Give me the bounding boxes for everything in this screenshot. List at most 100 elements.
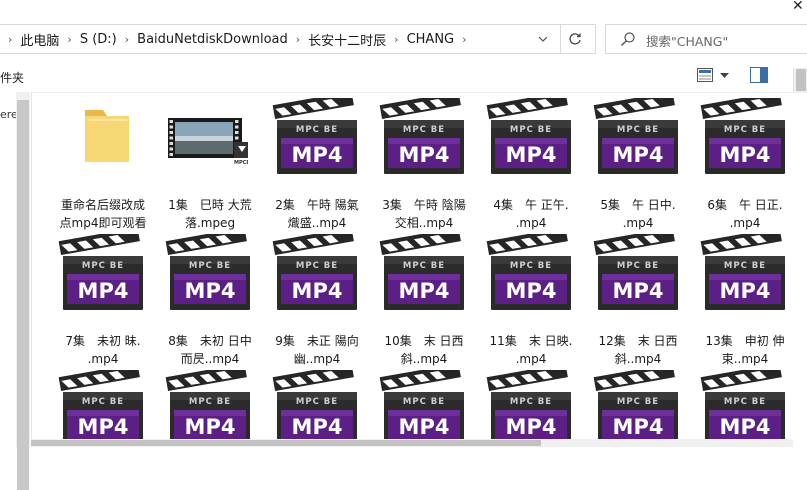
mp4-file-icon: MPC BE MP4: [272, 227, 357, 310]
file-item-mp4[interactable]: MPC BE MP4: [695, 363, 795, 447]
file-item-mp4[interactable]: MPC BE MP4 3集 午時 陰陽 交相..mp4: [374, 92, 474, 230]
file-item-mp4[interactable]: MPC BE MP4: [160, 363, 260, 447]
mp4-file-icon: MPC BE MP4: [486, 363, 571, 446]
horizontal-scrollbar[interactable]: [31, 439, 793, 447]
mpc-be-brand-label: MPC BE: [82, 397, 124, 407]
file-item-mp4[interactable]: MPC BE MP4 13集 申初 伸束..mp4: [695, 227, 795, 366]
mpc-be-brand-label: MPC BE: [510, 125, 552, 135]
file-name-line: 8集 未初 日中: [168, 334, 252, 348]
mp4-file-icon: MPC BE MP4: [379, 227, 464, 310]
mp4-format-label: MP4: [399, 143, 450, 167]
breadcrumb-separator-chevron-right-icon[interactable]: ›: [296, 33, 300, 46]
mp4-format-label: MP4: [292, 143, 343, 167]
file-name-line: 1集 巳時 大荒: [168, 198, 252, 212]
mpc-be-brand-label: MPC BE: [617, 261, 659, 271]
mp4-file-icon: MPC BE MP4: [593, 227, 678, 310]
file-name-label: 重命名后缀改成 点mp4即可观看: [53, 196, 153, 232]
file-name-line: 2集 午時 陽氣: [275, 198, 359, 212]
mp4-format-label: MP4: [185, 279, 236, 303]
folder-icon: [69, 102, 137, 174]
mp4-file-icon: MPC BE MP4: [165, 363, 250, 446]
mpc-be-brand-label: MPC BE: [403, 125, 445, 135]
command-bar-label[interactable]: 件夹: [0, 69, 24, 86]
horizontal-scrollbar-thumb[interactable]: [31, 440, 541, 446]
file-item-mp4[interactable]: MPC BE MP4 8集 未初 日中 而昃..mp4: [160, 227, 260, 366]
file-name-line: 重命名后缀改成: [60, 198, 145, 212]
file-item-mp4[interactable]: MPC BE MP4 4集 午 正午. .mp4: [481, 92, 581, 230]
file-name-line: 12集 末 日西: [598, 334, 678, 348]
address-bar[interactable]: › 此电脑 › S (D:) › BaiduNetdiskDownload › 长安十二时辰 ›…: [0, 24, 596, 54]
mpc-be-brand-label: MPC BE: [617, 397, 659, 407]
mpc-be-brand-label: MPC BE: [296, 397, 338, 407]
mp4-format-label: MP4: [399, 279, 450, 303]
breadcrumb-separator-chevron-right-icon[interactable]: ›: [8, 33, 12, 46]
file-item-video[interactable]: MPCBE 1集 巳時 大荒落.mpeg: [160, 92, 260, 230]
scrollbar-thumb[interactable]: [796, 69, 806, 91]
window-close-button[interactable]: ✕: [792, 0, 804, 14]
mp4-format-label: MP4: [292, 415, 343, 439]
search-icon: [621, 32, 635, 46]
address-dropdown-chevron-down-icon[interactable]: [532, 25, 554, 53]
file-name-label: 3集 午時 陰陽 交相..mp4: [374, 196, 474, 232]
file-name-label: 11集 末 日映. .mp4: [481, 332, 581, 368]
mp4-format-label: MP4: [78, 279, 129, 303]
breadcrumb-segment[interactable]: 长安十二时辰: [308, 30, 386, 49]
file-name-label: 13集 申初 伸束..mp4: [695, 332, 795, 368]
mp4-format-label: MP4: [506, 279, 557, 303]
file-item-mp4[interactable]: MPC BE MP4: [374, 363, 474, 447]
file-name-line: 13集 申初 伸: [705, 334, 785, 348]
file-name-line: 10集 末 日西: [384, 334, 464, 348]
file-item-mp4[interactable]: MPC BE MP4: [481, 363, 581, 447]
file-item-mp4[interactable]: MPC BE MP4 6集 午 日正. .mp4: [695, 92, 795, 230]
mp4-file-icon: MPC BE MP4: [58, 227, 143, 310]
breadcrumb-separator-chevron-right-icon[interactable]: ›: [67, 33, 71, 46]
file-item-mp4[interactable]: MPC BE MP4 7集 未初 昧. .mp4: [53, 227, 153, 366]
breadcrumb-segment[interactable]: CHANG: [407, 32, 455, 47]
breadcrumb-separator-chevron-right-icon[interactable]: ›: [394, 33, 398, 46]
mpc-be-brand-label: MPC BE: [403, 261, 445, 271]
file-name-line: 3集 午時 陰陽: [382, 198, 466, 212]
breadcrumb-segment[interactable]: S (D:): [80, 32, 117, 47]
file-item-mp4[interactable]: MPC BE MP4 5集 午 日中. .mp4: [588, 92, 688, 230]
mp4-file-icon: MPC BE MP4: [58, 363, 143, 446]
file-item-mp4[interactable]: MPC BE MP4 9集 未正 陽向 幽..mp4: [267, 227, 367, 366]
file-item-mp4[interactable]: MPC BE MP4 2集 午時 陽氣 熾盛..mp4: [267, 92, 367, 230]
view-dropdown-chevron-down-icon[interactable]: [720, 73, 729, 79]
file-item-mp4[interactable]: MPC BE MP4 12集 末 日西 斜..mp4: [588, 227, 688, 366]
breadcrumb-separator-chevron-right-icon[interactable]: ›: [462, 33, 466, 46]
mp4-format-label: MP4: [399, 415, 450, 439]
search-box[interactable]: 搜索"CHANG": [605, 24, 807, 54]
nav-scrollbar-thumb[interactable]: [17, 100, 29, 490]
mpc-be-brand-label: MPC BE: [724, 261, 766, 271]
mpc-be-brand-label: MPC BE: [510, 397, 552, 407]
mp4-file-icon: MPC BE MP4: [272, 92, 357, 174]
breadcrumb-segment[interactable]: 此电脑: [20, 30, 59, 49]
file-item-mp4[interactable]: MPC BE MP4 10集 末 日西 斜..mp4: [374, 227, 474, 366]
address-row: › 此电脑 › S (D:) › BaiduNetdiskDownload › 长安十二时辰 ›…: [0, 20, 807, 60]
breadcrumb-separator-chevron-right-icon[interactable]: ›: [125, 33, 129, 46]
file-name-line: 11集 末 日映.: [489, 334, 573, 348]
mpc-be-brand-label: MPC BE: [189, 397, 231, 407]
file-name-line: 6集 午 日正.: [707, 198, 783, 212]
mpc-be-brand-label: MPC BE: [82, 261, 124, 271]
mpc-be-brand-label: MPC BE: [617, 125, 659, 135]
vertical-scrollbar[interactable]: [793, 68, 807, 92]
file-name-line: 5集 午 日中.: [600, 198, 676, 212]
file-item-mp4[interactable]: MPC BE MP4 11集 末 日映. .mp4: [481, 227, 581, 366]
search-input[interactable]: 搜索"CHANG": [646, 31, 728, 50]
breadcrumb-segment[interactable]: BaiduNetdiskDownload: [137, 32, 288, 47]
file-item-folder[interactable]: 重命名后缀改成 点mp4即可观看: [53, 92, 153, 230]
file-item-mp4[interactable]: MPC BE MP4: [588, 363, 688, 447]
mp4-format-label: MP4: [185, 415, 236, 439]
preview-pane-icon[interactable]: [750, 67, 768, 83]
view-options-icon[interactable]: [697, 68, 713, 82]
mp4-file-icon: MPC BE MP4: [165, 227, 250, 310]
title-strip: ✕: [0, 0, 807, 20]
file-item-mp4[interactable]: MPC BE MP4: [53, 363, 153, 447]
breadcrumb: › 此电脑 › S (D:) › BaiduNetdiskDownload › 长安十二时辰 ›…: [0, 25, 475, 53]
file-name-label: 2集 午時 陽氣 熾盛..mp4: [267, 196, 367, 232]
refresh-icon[interactable]: [560, 25, 589, 53]
file-name-line: 7集 未初 昧.: [65, 334, 141, 348]
mp4-format-label: MP4: [613, 279, 664, 303]
file-item-mp4[interactable]: MPC BE MP4: [267, 363, 367, 447]
